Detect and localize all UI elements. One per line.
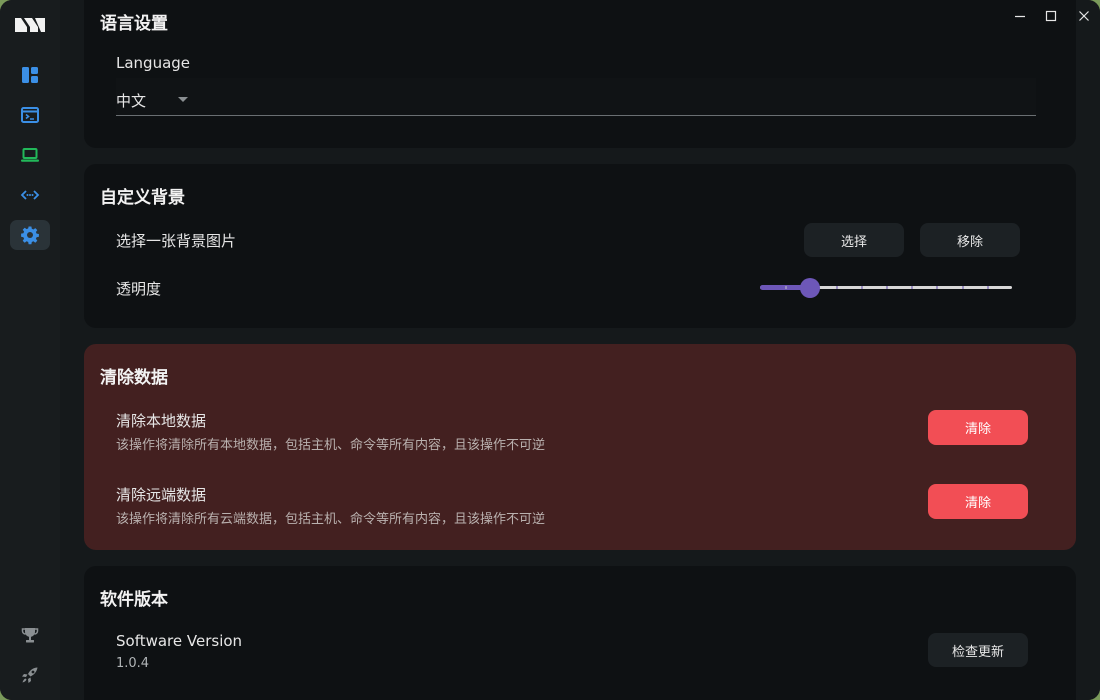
clear-local-button[interactable]: 清除 [928, 410, 1028, 445]
language-section-title: 语言设置 [100, 14, 168, 34]
sidebar-item-hosts[interactable] [10, 140, 50, 170]
sidebar-item-code[interactable] [10, 180, 50, 210]
slider-thumb[interactable] [800, 278, 821, 298]
software-version-card: 软件版本 Software Version 1.0.4 检查更新 [84, 566, 1076, 700]
gear-icon [21, 226, 39, 245]
sidebar-item-rocket[interactable] [10, 660, 50, 690]
settings-page: 语言设置 Language 中文 自定义背景 选择一张背景图片 选择 移除 透明… [60, 0, 1100, 700]
sidebar [0, 0, 60, 700]
check-update-button[interactable]: 检查更新 [928, 633, 1028, 667]
choose-background-label: 选择一张背景图片 [116, 232, 237, 250]
slider-tick [936, 286, 939, 289]
clear-data-card: 清除数据 清除本地数据 该操作将清除所有本地数据，包括主机、命令等所有内容，且该… [84, 344, 1076, 550]
slider-tick [886, 286, 888, 289]
maximize-icon [1045, 10, 1057, 22]
language-settings-card: 语言设置 Language 中文 [84, 0, 1076, 148]
slider-tick [785, 286, 788, 289]
laptop-icon [21, 148, 39, 162]
slider-tick [961, 286, 964, 289]
trophy-icon [21, 628, 39, 643]
clear-local-label: 清除本地数据 [116, 412, 207, 430]
select-background-button[interactable]: 选择 [804, 223, 904, 257]
background-section-title: 自定义背景 [100, 188, 185, 208]
maximize-button[interactable] [1038, 6, 1064, 26]
dashboard-icon [22, 67, 38, 83]
language-selected-value: 中文 [116, 92, 147, 110]
opacity-slider[interactable] [760, 278, 1012, 298]
code-icon [20, 190, 40, 200]
sidebar-item-terminal[interactable] [10, 100, 50, 130]
background-settings-card: 自定义背景 选择一张背景图片 选择 移除 透明度 [84, 164, 1076, 328]
rocket-icon [22, 667, 38, 683]
clear-remote-description: 该操作将清除所有云端数据，包括主机、命令等所有内容，且该操作不可逆 [116, 512, 546, 527]
slider-tick [835, 286, 838, 289]
app-logo [15, 18, 45, 32]
sidebar-item-trophy[interactable] [10, 620, 50, 650]
minimize-icon [1015, 15, 1025, 18]
slider-tick [986, 286, 989, 289]
app-window: 语言设置 Language 中文 自定义背景 选择一张背景图片 选择 移除 透明… [0, 0, 1100, 700]
chevron-down-icon [178, 97, 188, 102]
sidebar-item-dashboard[interactable] [10, 60, 50, 90]
minimize-button[interactable] [1007, 6, 1033, 26]
language-label: Language [116, 54, 191, 72]
language-select[interactable]: 中文 [116, 78, 1036, 116]
sidebar-item-settings[interactable] [10, 220, 50, 250]
close-icon [1079, 11, 1089, 21]
close-button[interactable] [1071, 6, 1097, 26]
software-version-label: Software Version [116, 632, 243, 650]
version-number: 1.0.4 [116, 656, 150, 671]
clear-data-section-title: 清除数据 [100, 368, 168, 388]
slider-tick [911, 286, 914, 289]
opacity-label: 透明度 [116, 280, 162, 298]
version-section-title: 软件版本 [100, 590, 168, 610]
clear-remote-label: 清除远端数据 [116, 486, 207, 504]
slider-tick [860, 286, 863, 289]
clear-local-description: 该操作将清除所有本地数据，包括主机、命令等所有内容，且该操作不可逆 [116, 438, 546, 453]
terminal-icon [21, 107, 39, 123]
clear-remote-button[interactable]: 清除 [928, 484, 1028, 519]
remove-background-button[interactable]: 移除 [920, 223, 1020, 257]
